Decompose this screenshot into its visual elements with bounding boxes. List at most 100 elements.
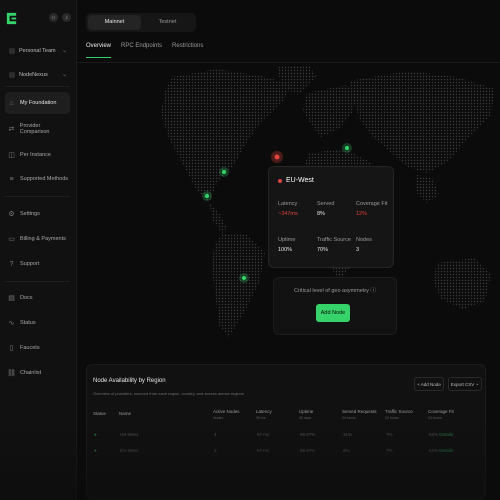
- col-served-requests[interactable]: Served Requests 24 hours: [342, 409, 385, 422]
- table-header-row: Status Name Active Nodes Nodes Latency 95 …: [93, 409, 481, 422]
- table-row[interactable]: ● EU-West 3 67 ms 99.97% 8% 7% 62% Detai…: [93, 438, 481, 454]
- sidebar-item-billing[interactable]: ▭ Billing & Payments: [5, 228, 70, 250]
- node-marker-brazil: [239, 273, 249, 283]
- stat-served: Served 8%: [317, 201, 334, 217]
- cell-uptime: 99.97%: [300, 432, 316, 437]
- panel-title: Node Availability by Region: [93, 378, 166, 384]
- tab-overview[interactable]: Overview: [86, 43, 112, 58]
- sidebar-item-settings[interactable]: ⚙ Settings: [5, 203, 70, 225]
- pulse-icon: ∿: [8, 320, 15, 327]
- cell-uptime: 99.97%: [300, 448, 316, 453]
- sidebar-item-status[interactable]: ∿ Status: [5, 312, 70, 334]
- region-popup: EU-West Latency ~347ms Served 8% Coverag…: [268, 166, 394, 268]
- sidebar-item-faucets[interactable]: ▯ Faucets: [5, 337, 70, 359]
- node-marker-us-west: [202, 191, 212, 201]
- sidebar-item-label: Docs: [20, 295, 33, 301]
- sidebar-item-supported-methods[interactable]: ≡ Supported Methods: [5, 168, 70, 190]
- col-latency[interactable]: Latency 95 ms: [256, 409, 299, 422]
- stat-value: 12%: [356, 211, 368, 217]
- cell-served: 8%: [343, 448, 350, 453]
- tab-restrictions[interactable]: Restrictions: [172, 43, 203, 58]
- alert-dot-icon: [278, 178, 282, 183]
- divider: [5, 281, 70, 282]
- stat-label: Latency: [278, 201, 298, 207]
- sidebar-item-label: Chainlist: [20, 370, 42, 376]
- sidebar-item-label: Provider Comparison: [19, 123, 50, 135]
- link-icon: ⛓: [7, 370, 16, 377]
- tab-bar: Overview RPC Endpoints Restrictions: [86, 43, 203, 58]
- cell-served: 31%: [343, 432, 353, 437]
- stat-label: Served: [317, 201, 335, 207]
- main-content: Mainnet Testnet Overview RPC Endpoints R…: [77, 0, 500, 500]
- details-link[interactable]: Details: [439, 448, 453, 453]
- status-dot-icon: ●: [94, 432, 97, 437]
- add-node-button[interactable]: Add Node: [316, 304, 350, 322]
- sidebar-item-label: Support: [20, 261, 40, 267]
- cell-nodes: 3: [214, 448, 217, 453]
- faucet-icon: ▯: [9, 345, 14, 352]
- cell-traffic: 7%: [386, 432, 393, 437]
- details-link[interactable]: Details: [439, 432, 453, 437]
- sidebar-item-label: Faucets: [20, 345, 40, 351]
- stat-nodes: Nodes 3: [356, 237, 372, 253]
- col-coverage-fit[interactable]: Coverage Fit 24 hours: [428, 409, 481, 422]
- sidebar-item-my-foundation[interactable]: ⌂ My Foundation: [5, 92, 70, 114]
- stat-latency: Latency ~347ms: [278, 201, 298, 217]
- node-availability-panel: Node Availability by Region Overview of …: [86, 364, 486, 500]
- home-icon: ⌂: [9, 99, 14, 107]
- cell-nodes: 4: [214, 432, 217, 437]
- col-active-nodes[interactable]: Active Nodes Nodes: [213, 409, 256, 422]
- stat-label: Uptime: [278, 237, 296, 243]
- cube-icon: ◫: [8, 152, 15, 159]
- cell-name: EU-West: [120, 448, 138, 453]
- list-icon: ≡: [9, 175, 14, 183]
- col-status[interactable]: Status: [93, 409, 119, 422]
- sidebar-item-support[interactable]: ? Support: [5, 253, 70, 275]
- app-logo[interactable]: [5, 12, 18, 25]
- mainnet-option[interactable]: Mainnet: [88, 15, 141, 30]
- add-node-small-button[interactable]: + Add Node: [414, 377, 444, 391]
- team-select[interactable]: Personal Team ⌄: [5, 43, 71, 58]
- sidebar-item-provider-comparison[interactable]: ⇄ Provider Comparison: [5, 118, 70, 140]
- chevron-down-icon: ⌄: [475, 381, 480, 386]
- sidebar-item-chainlist[interactable]: ⛓ Chainlist: [5, 362, 70, 384]
- stat-value: ~347ms: [278, 211, 298, 217]
- project-select[interactable]: NodeNexus ⌄: [5, 67, 71, 82]
- popup-title: EU-West: [278, 177, 314, 184]
- sidebar: ☼ ♪ Personal Team ⌄ NodeNexus ⌄ ⌂ My Fou…: [0, 0, 77, 500]
- card-icon: ▭: [8, 236, 15, 243]
- sidebar-item-per-instance[interactable]: ◫ Per Instance: [5, 144, 70, 166]
- export-csv-button[interactable]: Export CSV ⌄: [448, 377, 482, 391]
- project-avatar: [9, 71, 15, 78]
- network-toggle[interactable]: Mainnet Testnet: [86, 13, 196, 32]
- testnet-option[interactable]: Testnet: [141, 15, 194, 30]
- sidebar-item-label: Status: [20, 320, 36, 326]
- stat-value: 8%: [317, 211, 325, 217]
- bell-icon[interactable]: ♪: [62, 13, 71, 22]
- sun-icon[interactable]: ☼: [49, 13, 58, 22]
- panel-subtitle: Overview of providers, sourced from each…: [93, 391, 244, 396]
- cell-name: US-West: [120, 432, 138, 437]
- gear-icon: ⚙: [8, 211, 15, 218]
- project-select-label: NodeNexus: [19, 71, 48, 78]
- cell-traffic: 7%: [386, 448, 393, 453]
- divider: [5, 196, 70, 197]
- cell-latency: 67 ms: [257, 432, 270, 437]
- node-marker-asia: [342, 143, 352, 153]
- stat-coverage: Coverage Fit 12%: [356, 201, 388, 217]
- info-icon[interactable]: ⓘ: [370, 288, 376, 294]
- table-row[interactable]: ● US-West 4 67 ms 99.97% 31% 7% 62% Deta…: [93, 422, 481, 438]
- stat-value: 3: [356, 247, 360, 253]
- sidebar-item-docs[interactable]: ▤ Docs: [5, 287, 70, 309]
- chevron-down-icon: ⌄: [61, 72, 67, 78]
- col-traffic-source[interactable]: Traffic Source 24 hours: [385, 409, 428, 422]
- tab-rpc-endpoints[interactable]: RPC Endpoints: [121, 43, 162, 58]
- region-name: EU-West: [286, 177, 314, 184]
- col-uptime[interactable]: Uptime 30 days: [299, 409, 342, 422]
- cell-coverage: 62% Details: [429, 432, 454, 437]
- sidebar-item-label: Settings: [20, 211, 40, 217]
- stat-value: 100%: [278, 247, 293, 253]
- col-name[interactable]: Name: [119, 409, 213, 422]
- stat-value: 70%: [317, 247, 329, 253]
- asymmetry-card: Critical level of geo asymmetry ⓘ Add No…: [273, 277, 397, 335]
